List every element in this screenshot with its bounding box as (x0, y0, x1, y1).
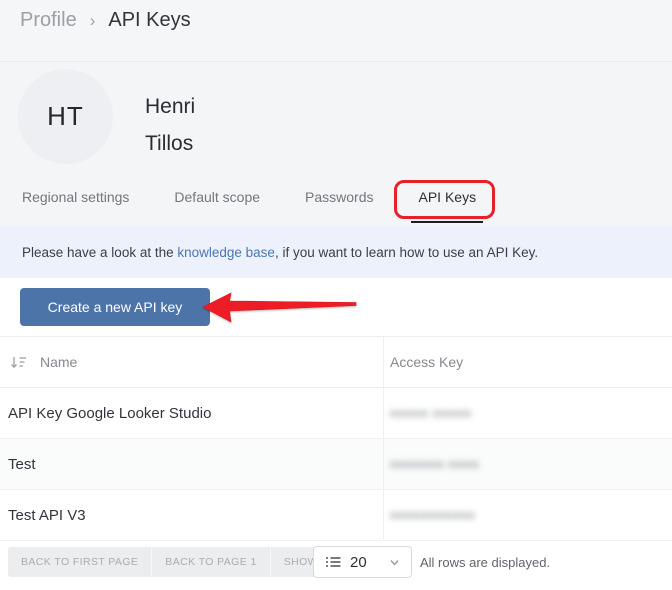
column-header-name-label: Name (40, 354, 77, 370)
tab-passwords[interactable]: Passwords (305, 189, 373, 223)
profile-header: HT Henri Tillos Regional settings Defaul… (0, 62, 672, 226)
column-header-name[interactable]: Name (0, 354, 383, 370)
api-key-name: Test API V3 (0, 507, 383, 524)
breadcrumb: Profile › API Keys (20, 9, 191, 32)
access-key-cell: ●●●●●●●●●●● (383, 506, 672, 524)
breadcrumb-profile[interactable]: Profile (20, 9, 77, 32)
access-key-redacted: ●●●●●●● ●●●● (390, 457, 479, 471)
knowledge-base-link[interactable]: knowledge base (177, 245, 275, 260)
table-row[interactable]: Test API V3 ●●●●●●●●●●● (0, 490, 672, 541)
access-key-redacted: ●●●●● ●●●●● (390, 406, 471, 420)
banner-text-after: , if you want to learn how to use an API… (275, 245, 538, 260)
page-size-dropdown[interactable]: 20 (313, 546, 412, 578)
tab-regional-settings[interactable]: Regional settings (22, 189, 129, 223)
sort-icon[interactable] (10, 354, 27, 370)
table-header-row: Name Access Key (0, 336, 672, 388)
api-key-name: API Key Google Looker Studio (0, 405, 383, 422)
access-key-redacted: ●●●●●●●●●●● (390, 508, 475, 522)
list-icon (325, 554, 341, 570)
rows-status-text: All rows are displayed. (420, 555, 550, 570)
create-api-key-button[interactable]: Create a new API key (20, 288, 210, 326)
column-divider (383, 336, 384, 539)
chevron-down-icon (389, 557, 400, 568)
column-header-access-key[interactable]: Access Key (383, 354, 672, 370)
avatar: HT (18, 69, 113, 164)
access-key-cell: ●●●●● ●●●●● (383, 404, 672, 422)
banner-text-before: Please have a look at the (22, 245, 177, 260)
access-key-cell: ●●●●●●● ●●●● (383, 455, 672, 473)
breadcrumb-separator-icon: › (90, 11, 96, 31)
user-last-name: Tillos (145, 125, 195, 162)
red-arrow-annotation (202, 289, 358, 325)
top-bar: Profile › API Keys (0, 0, 672, 62)
tab-api-keys[interactable]: API Keys (411, 189, 483, 223)
api-key-name: Test (0, 456, 383, 473)
user-first-name: Henri (145, 88, 195, 125)
tab-default-scope[interactable]: Default scope (174, 189, 260, 223)
back-to-first-page-button[interactable]: BACK TO FIRST PAGE (8, 547, 151, 577)
table-row[interactable]: API Key Google Looker Studio ●●●●● ●●●●● (0, 388, 672, 439)
breadcrumb-api-keys: API Keys (108, 9, 190, 32)
user-full-name: Henri Tillos (145, 88, 195, 162)
back-to-page-1-button[interactable]: BACK TO PAGE 1 (151, 547, 269, 577)
table-row[interactable]: Test ●●●●●●● ●●●● (0, 439, 672, 490)
tab-strip: Regional settings Default scope Password… (22, 189, 476, 223)
api-keys-table: Name Access Key API Key Google Looker St… (0, 336, 672, 541)
info-banner: Please have a look at the knowledge base… (0, 226, 672, 278)
page-size-value: 20 (350, 554, 367, 571)
profile-api-keys-page: Profile › API Keys HT Henri Tillos Regio… (0, 0, 672, 590)
